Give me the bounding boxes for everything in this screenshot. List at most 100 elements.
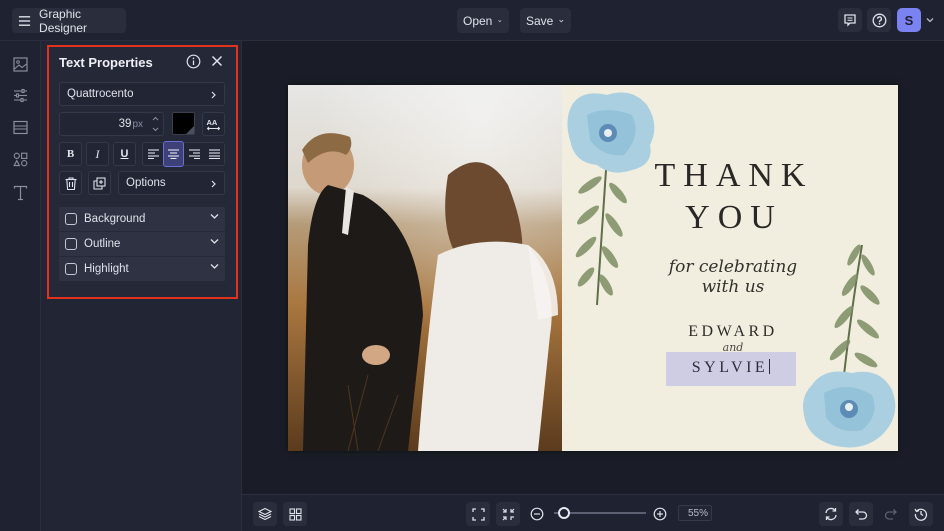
rail-item-graphics[interactable]	[12, 151, 29, 168]
user-avatar[interactable]: S	[897, 8, 921, 32]
help-button[interactable]	[867, 8, 891, 32]
open-dropdown[interactable]: Open	[457, 8, 509, 33]
design-canvas[interactable]: THANK YOU for celebrating with us EDWARD…	[288, 85, 898, 451]
align-left-icon	[147, 149, 159, 159]
text-icon	[13, 185, 28, 200]
conjunction-text[interactable]: and	[658, 341, 808, 354]
zoom-in-icon[interactable]	[653, 507, 667, 521]
letter-spacing-icon: AA	[207, 118, 221, 130]
swatch-corner	[186, 126, 194, 134]
chevron-down-icon	[210, 214, 219, 219]
blue-flower-top	[567, 92, 655, 173]
outline-label: Outline	[84, 238, 121, 250]
app-title: Graphic Designer	[39, 6, 88, 35]
italic-label: I	[95, 146, 100, 161]
align-right-button[interactable]	[184, 142, 205, 166]
help-icon	[872, 13, 886, 27]
letter-spacing-button[interactable]: AA	[202, 112, 225, 136]
expand-icon	[471, 507, 485, 521]
font-size-value: 39	[118, 118, 132, 130]
leaf-branch-right	[829, 244, 880, 376]
headline-line-1: THANK	[654, 157, 814, 194]
blue-flower-bottom	[803, 371, 896, 448]
rail-item-photos[interactable]	[12, 56, 29, 73]
top-bar: Graphic Designer Open Save S	[0, 0, 944, 41]
chevron-down-icon[interactable]	[926, 17, 934, 23]
subline-line-2: with us	[701, 277, 765, 297]
leaf-branch-left	[575, 154, 627, 306]
chevron-down-icon[interactable]	[152, 127, 159, 132]
duplicate-icon	[93, 176, 106, 190]
zoom-out-icon[interactable]	[530, 507, 544, 521]
subline-line-1: for celebrating	[668, 257, 798, 277]
font-size-unit: px	[132, 118, 143, 130]
redo-icon	[884, 509, 897, 520]
background-accordion[interactable]: Background	[59, 207, 225, 231]
layout-icon	[13, 120, 28, 135]
menu-icon	[18, 15, 31, 26]
couple-photo[interactable]	[288, 85, 562, 451]
name-1-text[interactable]: EDWARD	[658, 323, 808, 341]
sliders-icon	[14, 88, 27, 103]
shapes-icon	[13, 152, 28, 167]
chevron-right-icon	[211, 180, 216, 188]
outline-accordion[interactable]: Outline	[59, 232, 225, 256]
app-menu-button[interactable]: Graphic Designer	[12, 6, 126, 35]
options-button[interactable]: Options	[118, 171, 225, 195]
background-checkbox[interactable]	[65, 213, 77, 225]
align-left-button[interactable]	[142, 142, 163, 166]
subline-text[interactable]: for celebrating with us	[668, 257, 798, 297]
grid-button[interactable]	[283, 502, 307, 526]
layers-button[interactable]	[253, 502, 277, 526]
italic-button[interactable]: I	[86, 142, 109, 166]
zoom-value-field[interactable]: 55%	[678, 505, 712, 521]
bold-button[interactable]: B	[59, 142, 82, 166]
redo-button[interactable]	[879, 502, 903, 526]
text-color-swatch[interactable]	[172, 112, 195, 135]
highlight-accordion[interactable]: Highlight	[59, 257, 225, 281]
duplicate-button[interactable]	[88, 171, 111, 195]
name-2-value: SYLVIE	[691, 359, 769, 376]
rail-item-text[interactable]	[12, 184, 29, 201]
background-label: Background	[84, 213, 146, 225]
zoom-value: 55%	[687, 507, 708, 519]
open-label: Open	[463, 13, 493, 28]
zoom-slider-handle[interactable]	[558, 507, 570, 519]
tool-rail	[0, 41, 41, 531]
chevron-down-icon	[498, 19, 502, 22]
align-justify-icon	[209, 149, 220, 159]
rail-item-adjustments[interactable]	[12, 87, 29, 104]
font-family-selector[interactable]: Quattrocento	[59, 82, 225, 106]
actual-size-button[interactable]	[496, 502, 520, 526]
bold-label: B	[66, 148, 75, 160]
font-size-input[interactable]: 39 px	[59, 112, 152, 136]
align-justify-button[interactable]	[205, 142, 225, 166]
comments-button[interactable]	[838, 8, 862, 32]
chevron-down-icon	[210, 239, 219, 244]
font-name: Quattrocento	[67, 88, 134, 100]
undo-button[interactable]	[849, 502, 873, 526]
outline-checkbox[interactable]	[65, 238, 77, 250]
save-dropdown[interactable]: Save	[520, 8, 571, 33]
info-icon[interactable]	[186, 54, 201, 69]
text-properties-panel: Text Properties Quattrocento 39 px AA B …	[47, 45, 238, 299]
headline-text[interactable]: THANK YOU	[654, 155, 814, 239]
undo-icon	[855, 509, 868, 520]
svg-text:AA: AA	[207, 118, 218, 127]
rail-item-backgrounds[interactable]	[12, 119, 29, 136]
replace-button[interactable]	[819, 502, 843, 526]
delete-button[interactable]	[59, 171, 82, 195]
avatar-initial: S	[904, 12, 914, 28]
comment-icon	[844, 14, 856, 27]
align-center-button[interactable]	[163, 141, 184, 167]
name-2-text[interactable]: SYLVIE	[666, 359, 796, 377]
close-icon[interactable]	[211, 55, 223, 67]
fit-to-screen-button[interactable]	[466, 502, 490, 526]
chevron-up-icon[interactable]	[152, 116, 159, 121]
font-size-stepper[interactable]	[148, 112, 164, 136]
highlight-checkbox[interactable]	[65, 263, 77, 275]
underline-button[interactable]: U	[113, 142, 136, 166]
image-icon	[13, 57, 28, 72]
grid-icon	[288, 507, 302, 521]
history-button[interactable]	[909, 502, 933, 526]
